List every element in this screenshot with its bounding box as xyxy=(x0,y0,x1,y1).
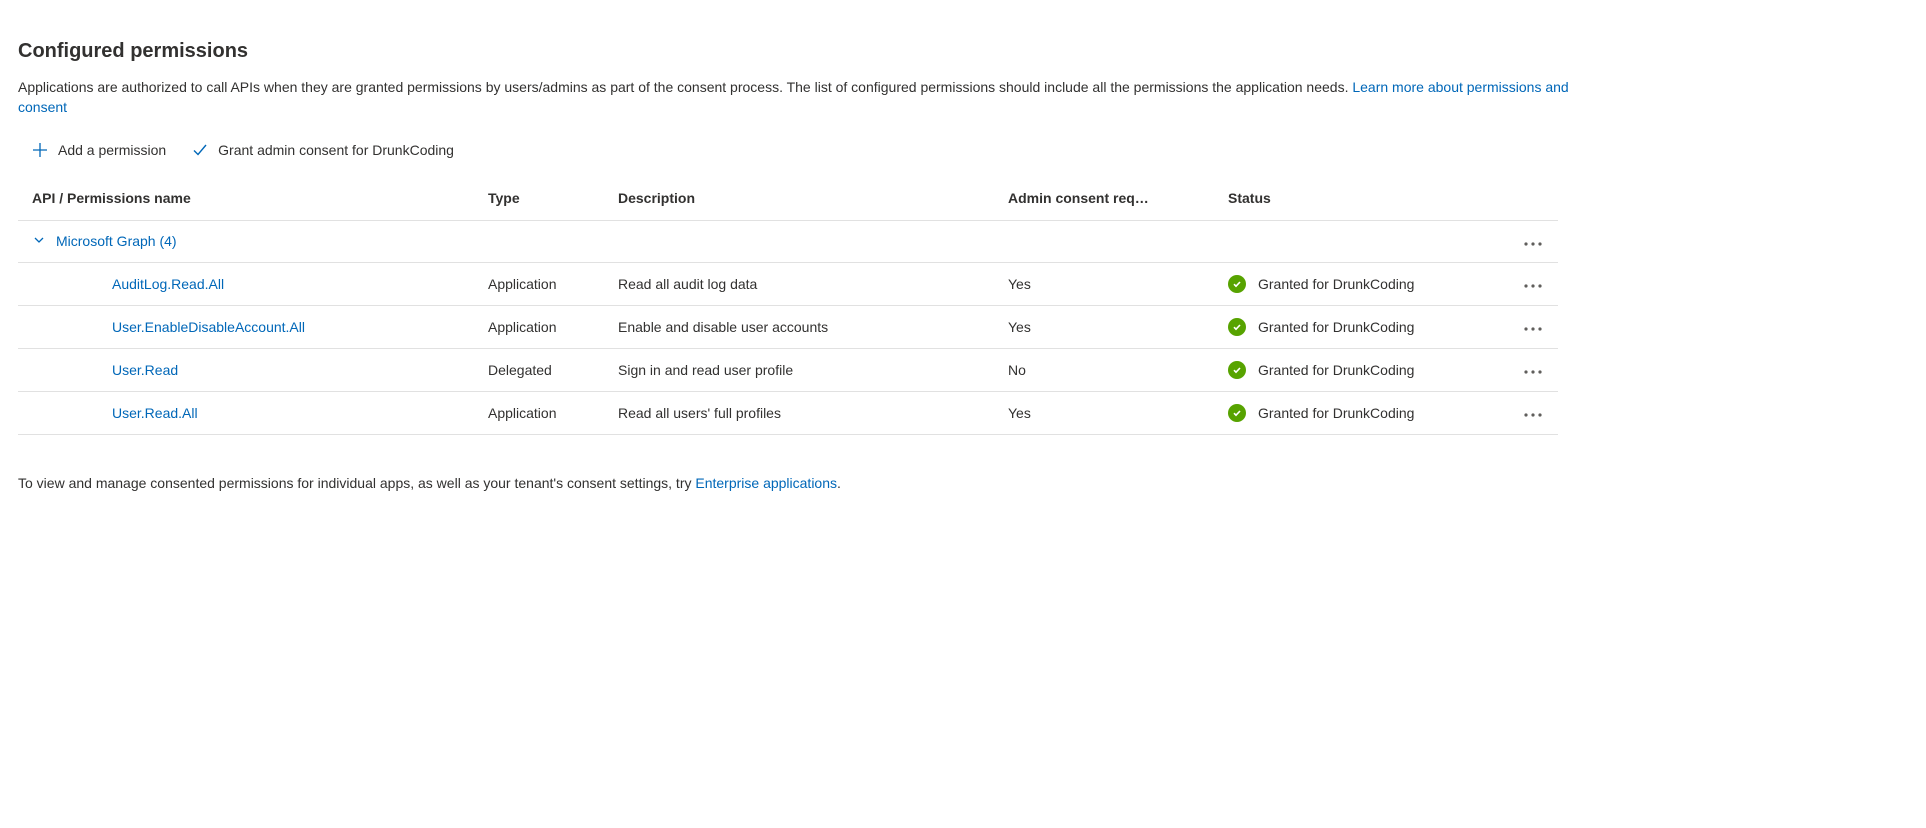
more-actions-button[interactable] xyxy=(1518,366,1548,378)
toolbar: Add a permission Grant admin consent for… xyxy=(18,142,1908,158)
footer-suffix: . xyxy=(837,475,841,491)
more-icon xyxy=(1524,242,1542,246)
permission-name-link[interactable]: User.Read xyxy=(32,362,178,378)
table-row: User.Read.All Application Read all users… xyxy=(18,391,1558,434)
column-header-type[interactable]: Type xyxy=(478,180,608,221)
permission-consent: Yes xyxy=(998,391,1218,434)
more-icon xyxy=(1524,413,1542,417)
permission-type: Application xyxy=(478,305,608,348)
description-text: Applications are authorized to call APIs… xyxy=(18,79,1352,95)
status-text: Granted for DrunkCoding xyxy=(1258,276,1414,292)
more-icon xyxy=(1524,327,1542,331)
check-circle-icon xyxy=(1228,404,1246,422)
permission-name-link[interactable]: User.EnableDisableAccount.All xyxy=(32,319,305,335)
check-circle-icon xyxy=(1228,361,1246,379)
permission-description: Sign in and read user profile xyxy=(608,348,998,391)
more-actions-button[interactable] xyxy=(1518,238,1548,250)
status-text: Granted for DrunkCoding xyxy=(1258,405,1414,421)
api-group-row[interactable]: Microsoft Graph (4) xyxy=(18,220,1558,262)
permission-type: Application xyxy=(478,391,608,434)
more-actions-button[interactable] xyxy=(1518,280,1548,292)
add-permission-button[interactable]: Add a permission xyxy=(32,142,166,158)
footer-text: To view and manage consented permissions… xyxy=(18,475,1908,491)
column-header-status[interactable]: Status xyxy=(1218,180,1508,221)
table-row: AuditLog.Read.All Application Read all a… xyxy=(18,262,1558,305)
permission-name-link[interactable]: AuditLog.Read.All xyxy=(32,276,224,292)
check-icon xyxy=(192,142,208,158)
add-permission-label: Add a permission xyxy=(58,142,166,158)
permission-consent: Yes xyxy=(998,262,1218,305)
permission-description: Enable and disable user accounts xyxy=(608,305,998,348)
permissions-table: API / Permissions name Type Description … xyxy=(18,180,1558,435)
more-icon xyxy=(1524,370,1542,374)
permission-description: Read all audit log data xyxy=(608,262,998,305)
permission-type: Delegated xyxy=(478,348,608,391)
column-header-consent[interactable]: Admin consent req… xyxy=(998,180,1218,221)
permission-consent: No xyxy=(998,348,1218,391)
more-icon xyxy=(1524,284,1542,288)
permission-description: Read all users' full profiles xyxy=(608,391,998,434)
more-actions-button[interactable] xyxy=(1518,323,1548,335)
permission-type: Application xyxy=(478,262,608,305)
status-badge: Granted for DrunkCoding xyxy=(1228,361,1414,379)
status-badge: Granted for DrunkCoding xyxy=(1228,404,1414,422)
column-header-api[interactable]: API / Permissions name xyxy=(18,180,478,221)
enterprise-applications-link[interactable]: Enterprise applications xyxy=(695,475,837,491)
status-badge: Granted for DrunkCoding xyxy=(1228,318,1414,336)
status-badge: Granted for DrunkCoding xyxy=(1228,275,1414,293)
column-header-description[interactable]: Description xyxy=(608,180,998,221)
api-group-label: Microsoft Graph (4) xyxy=(56,233,177,249)
table-row: User.Read Delegated Sign in and read use… xyxy=(18,348,1558,391)
table-row: User.EnableDisableAccount.All Applicatio… xyxy=(18,305,1558,348)
check-circle-icon xyxy=(1228,275,1246,293)
check-circle-icon xyxy=(1228,318,1246,336)
status-text: Granted for DrunkCoding xyxy=(1258,319,1414,335)
permission-name-link[interactable]: User.Read.All xyxy=(32,405,198,421)
api-group-toggle[interactable]: Microsoft Graph (4) xyxy=(32,233,177,250)
more-actions-button[interactable] xyxy=(1518,409,1548,421)
status-text: Granted for DrunkCoding xyxy=(1258,362,1414,378)
grant-consent-label: Grant admin consent for DrunkCoding xyxy=(218,142,454,158)
grant-consent-button[interactable]: Grant admin consent for DrunkCoding xyxy=(192,142,454,158)
permission-consent: Yes xyxy=(998,305,1218,348)
chevron-down-icon xyxy=(32,233,46,250)
footer-prefix: To view and manage consented permissions… xyxy=(18,475,695,491)
section-title: Configured permissions xyxy=(18,40,1908,63)
plus-icon xyxy=(32,142,48,158)
section-description: Applications are authorized to call APIs… xyxy=(18,77,1578,118)
